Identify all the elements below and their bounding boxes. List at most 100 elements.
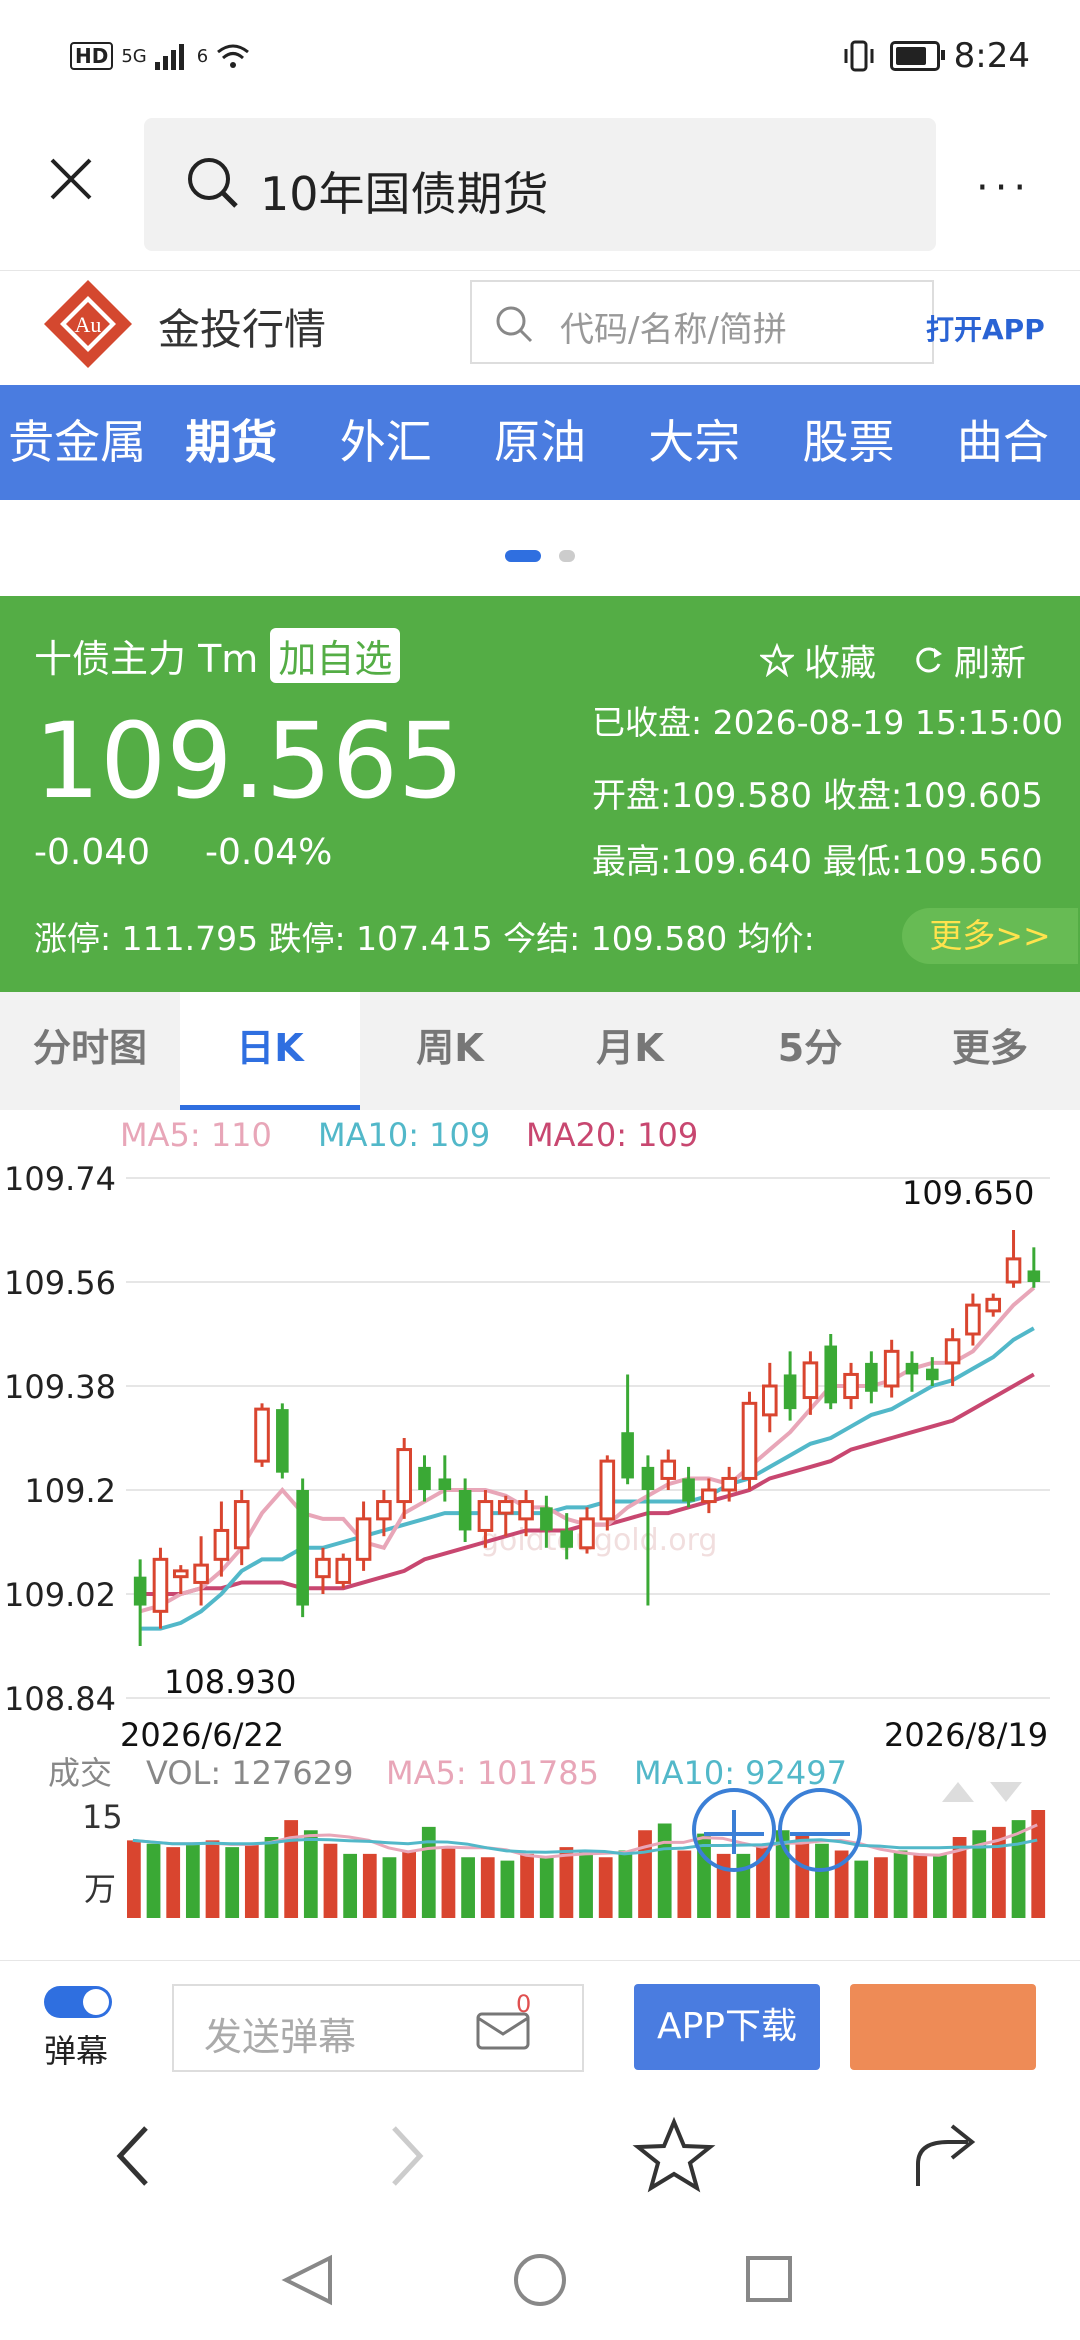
nav-item-stocks[interactable]: 股票 [771,385,925,500]
candle-body-down [783,1374,797,1410]
danmu-toggle[interactable] [44,1986,112,2018]
favorite-button[interactable]: 收藏 [760,634,876,686]
add-watchlist-button[interactable]: 加自选 [270,628,401,683]
wifi-label: 6 [196,45,209,67]
quote-search-input[interactable]: 代码/名称/简拼 [470,280,934,364]
candlestick-chart[interactable]: MA5: 110 MA10: 109 MA20: 109 109.74 109.5… [0,1110,1080,1920]
volume-bar [913,1853,928,1918]
candle-body-up [396,1448,412,1504]
nav-item-crude-oil[interactable]: 原油 [463,385,617,500]
status-right: 8:24 [842,36,1030,76]
browser-toolbar [116,2116,976,2193]
volume-bar [933,1853,947,1918]
volume-ma5-label: MA5: 101785 [386,1754,599,1792]
candle-body-down [540,1507,553,1531]
candle-body-down [1027,1270,1041,1282]
back-icon[interactable] [116,2126,148,2186]
candle-body-up [497,1500,514,1515]
candle-body-up [518,1500,534,1521]
volume-label: VOL: 127629 [146,1754,353,1792]
candle-body-up [985,1297,1002,1313]
candle-body-up [254,1407,270,1463]
nav-item-commodities[interactable]: 大宗 [617,385,771,500]
nav-item-forex[interactable]: 外汇 [309,385,463,500]
volume-bar [284,1820,299,1918]
candle-body-up [599,1459,616,1521]
candle-body-down [865,1362,878,1392]
danmu-placeholder: 发送弹幕 [204,2015,357,2059]
volume-bar [441,1847,456,1918]
browser-search-box[interactable]: 10年国债期货 [144,118,936,251]
open-app-button[interactable]: 打开APP [926,308,1045,348]
category-nav: 贵金属 期货 外汇 原油 大宗 股票 曲合 [0,385,1080,500]
candle-body-up [213,1528,230,1561]
candle-body-up [843,1372,859,1400]
tab-monthly-k[interactable]: 月K [540,992,720,1110]
browser-search-text: 10年国债期货 [260,167,549,221]
volume-bar [854,1860,869,1918]
tab-weekly-k[interactable]: 周K [360,992,540,1110]
clock: 8:24 [953,36,1030,76]
tab-intraday[interactable]: 分时图 [0,992,180,1110]
candle-body-down [925,1368,939,1381]
tab-more[interactable]: 更多 [900,992,1080,1110]
system-navigation-bar [281,2254,792,2306]
candle-body-up [315,1557,331,1579]
watermark: goldtougold.org [480,1523,717,1558]
system-back-icon[interactable] [281,2254,332,2306]
system-home-icon[interactable] [514,2254,566,2306]
candle-body-down [621,1432,634,1479]
app-download-button[interactable]: APP下载 [634,1984,820,2070]
candle-body-up [762,1384,778,1417]
more-menu-button[interactable]: ··· [976,165,1032,211]
nav-item-precious-metals[interactable]: 贵金属 [0,385,154,500]
nav-item-more[interactable]: 曲合 [926,385,1080,500]
candle-body-up [172,1569,189,1579]
more-details-button[interactable]: 更多>> [902,908,1078,964]
candle-body-down [641,1466,655,1490]
candle-body-up [883,1349,900,1388]
signal-icon [154,44,184,70]
last-price: 109.565 [34,700,465,822]
volume-bar [638,1830,652,1918]
volume-bar [657,1823,672,1918]
refresh-button[interactable]: 刷新 [912,634,1026,686]
limit-prices: 涨停: 111.795 跌停: 107.415 今结: 109.580 均价: [34,919,815,958]
scroll-down-icon[interactable] [990,1782,1022,1802]
candle-body-down [560,1530,573,1548]
share-icon[interactable] [916,2124,976,2186]
forward-icon[interactable] [392,2126,424,2186]
close-icon[interactable] [48,156,94,202]
carousel-dot[interactable] [559,550,575,562]
volume-bars [127,1810,1046,1918]
bookmark-star-icon[interactable] [632,2116,716,2193]
volume-bar [303,1830,318,1918]
candle-body-down [682,1478,695,1502]
candle-body-down [418,1466,431,1490]
contract-title: 十债主力 Tm 加自选 [34,628,401,683]
system-recents-icon[interactable] [746,2256,792,2302]
contract-name: 十债主力 Tm [34,637,259,681]
market-closed-time: 已收盘: 2026-08-19 15:15:00 [592,703,1064,742]
volume-bar [520,1853,534,1918]
volume-y-unit: 万 [84,1870,116,1908]
volume-bar [127,1840,141,1918]
tab-daily-k[interactable]: 日K [180,992,360,1110]
danmu-label: 弹幕 [44,2032,109,2070]
volume-bar [185,1843,200,1918]
orange-action-button[interactable] [850,1984,1036,2070]
candle-body-up [944,1338,961,1365]
x-start-date: 2026/6/22 [120,1716,284,1754]
volume-bar [815,1843,829,1918]
ma5-label: MA5: 110 [120,1116,272,1154]
volume-bar [205,1840,220,1918]
candle-body-up [802,1361,819,1400]
carousel-dot-active[interactable] [505,550,541,562]
scroll-up-icon[interactable] [942,1782,974,1802]
message-count: 0 [516,1990,532,2018]
jintou-logo-icon: Au [44,280,132,368]
candle-body-down [133,1576,147,1606]
candle-body-up [376,1500,392,1521]
nav-item-futures[interactable]: 期货 [154,385,308,500]
tab-5min[interactable]: 5分 [720,992,900,1110]
